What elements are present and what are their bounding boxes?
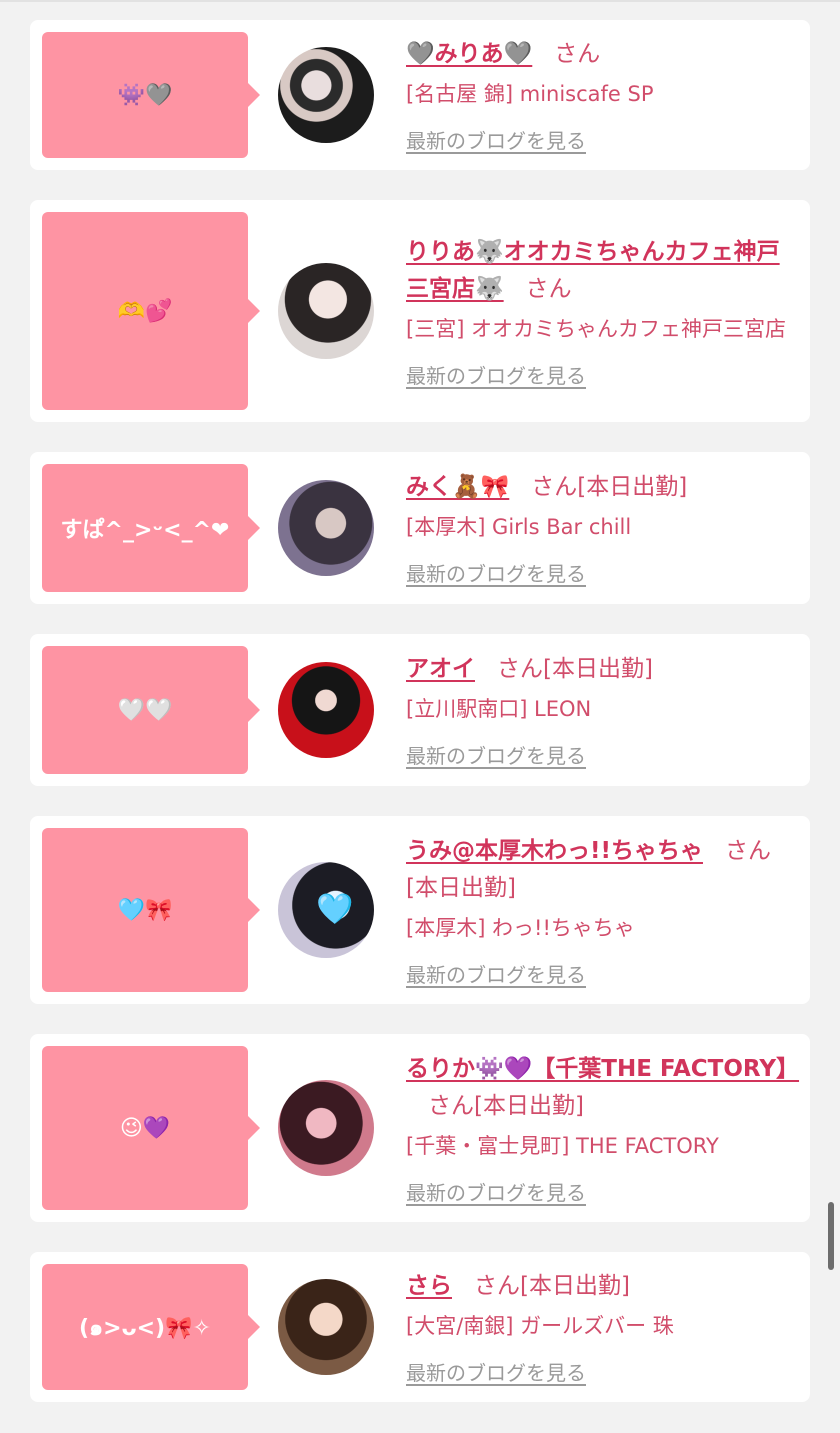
attendance-status: [本日出勤] — [520, 1273, 630, 1299]
shop-name: [大宮/南銀] ガールズバー 珠 — [406, 1314, 674, 1338]
cast-card: 🤍🤍 アオイ さん[本日出勤] [立川駅南口] LEON 最新のブログを見る — [30, 634, 810, 786]
cast-name-link[interactable]: 🩶みりあ🩶 — [406, 41, 532, 67]
message-bubble: 😉💜 — [42, 1046, 260, 1210]
cast-list-page: 👾🩶 🩶みりあ🩶 さん [名古屋 錦] miniscafe SP 最新のブログを見… — [0, 0, 840, 1433]
attendance-status: [本日出勤] — [543, 656, 653, 682]
avatar[interactable] — [278, 480, 374, 576]
avatar[interactable]: 🩵 — [278, 862, 374, 958]
cast-name-link[interactable]: みく🧸🎀 — [406, 474, 509, 500]
message-text: 😉💜 — [119, 1115, 171, 1141]
shop-name: [立川駅南口] LEON — [406, 697, 592, 721]
honorific: さん — [525, 275, 572, 302]
cast-name-link[interactable]: るりか👾💜【千葉THE FACTORY】 — [406, 1056, 799, 1082]
message-bubble: 🫶💕 — [42, 212, 260, 410]
message-bubble: 👾🩶 — [42, 32, 260, 158]
cast-info: 🩶みりあ🩶 さん [名古屋 錦] miniscafe SP 最新のブログを見る — [406, 36, 798, 154]
cast-name-link[interactable]: りりあ🐺オオカミちゃんカフェ神戸三宮店🐺 — [406, 239, 780, 302]
message-text: 🩵🎀 — [117, 897, 173, 923]
latest-blog-link[interactable]: 最新のブログを見る — [406, 1357, 586, 1386]
honorific: さん — [474, 1273, 520, 1299]
cast-name-link[interactable]: うみ@本厚木わっ!!ちゃちゃ — [406, 838, 703, 864]
latest-blog-link[interactable]: 最新のブログを見る — [406, 959, 586, 988]
message-text: 🫶💕 — [117, 298, 173, 324]
attendance-status: [本日出勤] — [577, 474, 688, 500]
avatar[interactable] — [278, 662, 374, 758]
avatar[interactable] — [278, 47, 374, 143]
avatar[interactable] — [278, 1080, 374, 1176]
shop-name: [千葉・富士見町] THE FACTORY — [406, 1133, 719, 1158]
honorific: さん — [428, 1092, 474, 1119]
scrollbar[interactable] — [828, 1202, 834, 1270]
cast-info: うみ@本厚木わっ!!ちゃちゃ さん [本日出勤] [本厚木] わっ!!ちゃちゃ 最新… — [406, 833, 798, 988]
shop-name: [名古屋 錦] miniscafe SP — [406, 82, 654, 106]
latest-blog-link[interactable]: 最新のブログを見る — [406, 740, 586, 769]
latest-blog-link[interactable]: 最新のブログを見る — [406, 360, 586, 389]
honorific: さん — [724, 837, 771, 864]
message-bubble: すぱ^_>ᵕ<_^❤ — [42, 464, 260, 592]
latest-blog-link[interactable]: 最新のブログを見る — [406, 1177, 586, 1206]
cast-card: すぱ^_>ᵕ<_^❤ みく🧸🎀 さん[本日出勤] [本厚木] Girls Bar … — [30, 452, 810, 604]
cast-info: みく🧸🎀 さん[本日出勤] [本厚木] Girls Bar chill 最新のブロ… — [406, 469, 798, 587]
message-text: すぱ^_>ᵕ<_^❤ — [60, 518, 230, 543]
shop-name: [本厚木] Girls Bar chill — [406, 515, 632, 539]
top-divider — [0, 0, 840, 2]
latest-blog-link[interactable]: 最新のブログを見る — [406, 558, 586, 587]
avatar[interactable] — [278, 263, 374, 359]
cast-info: アオイ さん[本日出勤] [立川駅南口] LEON 最新のブログを見る — [406, 651, 798, 769]
cast-card: 🩵🎀 🩵 うみ@本厚木わっ!!ちゃちゃ さん [本日出勤] [本厚木] わっ!!ちゃ… — [30, 816, 810, 1004]
message-bubble: 🩵🎀 — [42, 828, 260, 992]
avatar[interactable] — [278, 1279, 374, 1375]
attendance-status: [本日出勤] — [474, 1092, 584, 1119]
cast-info: さら さん[本日出勤] [大宮/南銀] ガールズバー 珠 最新のブログを見る — [406, 1268, 798, 1386]
attendance-status: [本日出勤] — [406, 874, 516, 901]
message-bubble: (๑>ᴗ<)🎀✧ — [42, 1264, 260, 1390]
cast-card: 👾🩶 🩶みりあ🩶 さん [名古屋 錦] miniscafe SP 最新のブログを見… — [30, 20, 810, 170]
cast-name-link[interactable]: さら — [406, 1273, 452, 1299]
cast-info: りりあ🐺オオカミちゃんカフェ神戸三宮店🐺 さん [三宮] オオカミちゃんカフェ神戸… — [406, 234, 798, 389]
message-text: 👾🩶 — [117, 82, 173, 108]
honorific: さん — [497, 656, 543, 682]
cast-card: 🫶💕 りりあ🐺オオカミちゃんカフェ神戸三宮店🐺 さん [三宮] オオカミちゃんカフ… — [30, 200, 810, 422]
message-bubble: 🤍🤍 — [42, 646, 260, 774]
honorific: さん — [554, 41, 601, 67]
cast-card: (๑>ᴗ<)🎀✧ さら さん[本日出勤] [大宮/南銀] ガールズバー 珠 最新の… — [30, 1252, 810, 1402]
heart-sticker-icon: 🩵 — [316, 892, 354, 927]
shop-name: [本厚木] わっ!!ちゃちゃ — [406, 915, 635, 940]
cast-card: 😉💜 るりか👾💜【千葉THE FACTORY】さん[本日出勤] [千葉・富士見町… — [30, 1034, 810, 1222]
honorific: さん — [531, 474, 578, 500]
message-text: 🤍🤍 — [117, 697, 173, 723]
cast-info: るりか👾💜【千葉THE FACTORY】さん[本日出勤] [千葉・富士見町] T… — [406, 1051, 799, 1206]
shop-name: [三宮] オオカミちゃんカフェ神戸三宮店 — [406, 316, 787, 341]
cast-name-link[interactable]: アオイ — [406, 656, 475, 682]
message-text: (๑>ᴗ<)🎀✧ — [79, 1315, 211, 1341]
latest-blog-link[interactable]: 最新のブログを見る — [406, 125, 586, 154]
